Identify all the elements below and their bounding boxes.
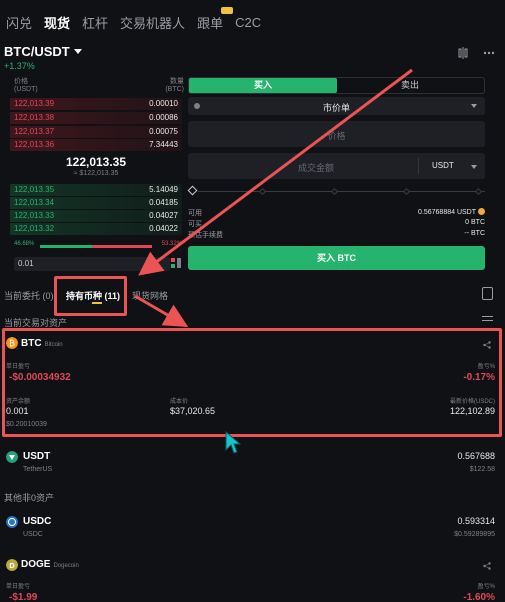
mouse-cursor-icon xyxy=(225,431,241,454)
annotation-arrow xyxy=(134,294,189,328)
annotation-arrow xyxy=(138,68,413,276)
annotation-arrows xyxy=(134,68,413,328)
